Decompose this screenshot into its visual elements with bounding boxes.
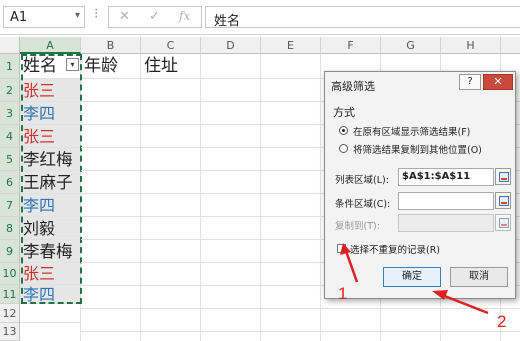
row-header-2[interactable]: 2 bbox=[0, 79, 20, 102]
col-header-g[interactable]: G bbox=[381, 37, 441, 54]
cell-a9[interactable]: 李春梅 bbox=[20, 240, 81, 263]
radio-copy-to-location[interactable] bbox=[339, 144, 348, 153]
cell-d1[interactable] bbox=[201, 54, 261, 79]
list-range-collapse-icon[interactable] bbox=[495, 168, 511, 185]
dialog-title: 高级筛选 bbox=[331, 80, 375, 93]
col-header-c[interactable]: C bbox=[141, 37, 201, 54]
unique-records-label[interactable]: 选择不重复的记录(R) bbox=[350, 242, 440, 256]
name-box[interactable]: A1 ▾ bbox=[3, 6, 85, 28]
cell-a6[interactable]: 王麻子 bbox=[20, 171, 81, 194]
cancel-icon[interactable]: ✕ bbox=[119, 9, 130, 24]
col-header-h[interactable]: H bbox=[441, 37, 501, 54]
criteria-range-label: 条件区域(C): bbox=[335, 199, 391, 210]
row-header-12[interactable]: 12 bbox=[0, 304, 20, 323]
cell-a1-text: 姓名 bbox=[23, 56, 57, 76]
row-header-4[interactable]: 4 bbox=[0, 125, 20, 148]
col-header-i[interactable] bbox=[501, 37, 520, 54]
radio-filter-in-place-label[interactable]: 在原有区域显示筛选结果(F) bbox=[353, 124, 470, 138]
col-header-e[interactable]: E bbox=[261, 37, 321, 54]
formula-bar: A1 ▾ ⁝ ✕ ✓ fx 姓名 bbox=[0, 0, 520, 35]
row-header-6[interactable]: 6 bbox=[0, 171, 20, 194]
annotation-marker-1: 1 bbox=[338, 284, 348, 303]
enter-icon[interactable]: ✓ bbox=[149, 9, 160, 24]
cell-c1[interactable]: 住址 bbox=[141, 54, 201, 79]
cell-a3[interactable]: 李四 bbox=[20, 102, 81, 125]
cell-b1[interactable]: 年龄 bbox=[81, 54, 141, 79]
filter-dropdown-icon[interactable]: ▾ bbox=[66, 58, 79, 71]
select-all-corner[interactable] bbox=[0, 37, 20, 54]
advanced-filter-dialog: 高级筛选 ? ✕ 方式 在原有区域显示筛选结果(F) 将筛选结果复制到其他位置(… bbox=[324, 71, 516, 299]
col-header-b[interactable]: B bbox=[81, 37, 141, 54]
formula-buttons: ✕ ✓ fx bbox=[108, 6, 202, 28]
chevron-down-icon[interactable]: ▾ bbox=[75, 10, 80, 21]
cell-a11[interactable]: 李四 bbox=[20, 285, 81, 304]
copy-to-input bbox=[398, 214, 494, 232]
formula-input[interactable]: 姓名 bbox=[205, 6, 520, 29]
ok-button[interactable]: 确定 bbox=[383, 267, 441, 287]
row-header-9[interactable]: 9 bbox=[0, 240, 20, 263]
formula-content: 姓名 bbox=[214, 14, 241, 29]
more-icon: ⁝ bbox=[94, 6, 99, 22]
close-button[interactable]: ✕ bbox=[483, 74, 513, 90]
unique-records-checkbox[interactable] bbox=[337, 244, 346, 253]
empty-cells-a12-a13[interactable] bbox=[20, 304, 81, 341]
name-box-value: A1 bbox=[10, 10, 28, 25]
copy-to-collapse-icon bbox=[495, 214, 511, 231]
cell-e1[interactable] bbox=[261, 54, 321, 79]
col-header-f[interactable]: F bbox=[321, 37, 381, 54]
row-header-13[interactable]: 13 bbox=[0, 323, 20, 341]
row-header-11[interactable]: 11 bbox=[0, 285, 20, 304]
method-section-label: 方式 bbox=[333, 106, 355, 119]
list-range-input[interactable]: $A$1:$A$11 bbox=[398, 168, 494, 186]
row-header-10[interactable]: 10 bbox=[0, 263, 20, 285]
row-header-8[interactable]: 8 bbox=[0, 217, 20, 240]
cancel-button[interactable]: 取消 bbox=[450, 267, 508, 287]
cell-a5[interactable]: 李红梅 bbox=[20, 148, 81, 171]
annotation-marker-2: 2 bbox=[497, 312, 507, 331]
row-header-5[interactable]: 5 bbox=[0, 148, 20, 171]
insert-function-icon[interactable]: fx bbox=[179, 9, 190, 23]
radio-filter-in-place[interactable] bbox=[339, 126, 348, 135]
radio-copy-to-location-label[interactable]: 将筛选结果复制到其他位置(O) bbox=[353, 142, 482, 156]
row-header-1[interactable]: 1 bbox=[0, 54, 20, 79]
criteria-range-collapse-icon[interactable] bbox=[495, 192, 511, 209]
col-header-d[interactable]: D bbox=[201, 37, 261, 54]
copy-to-label: 复制到(T): bbox=[335, 221, 380, 232]
row-header-7[interactable]: 7 bbox=[0, 194, 20, 217]
cell-a10[interactable]: 张三 bbox=[20, 263, 81, 285]
row-header-3[interactable]: 3 bbox=[0, 102, 20, 125]
col-header-a[interactable]: A bbox=[20, 37, 81, 54]
cell-a4[interactable]: 张三 bbox=[20, 125, 81, 148]
criteria-range-input[interactable] bbox=[398, 192, 494, 210]
cell-a2[interactable]: 张三 bbox=[20, 79, 81, 102]
list-range-label: 列表区域(L): bbox=[335, 175, 389, 186]
cell-a7[interactable]: 李四 bbox=[20, 194, 81, 217]
help-button[interactable]: ? bbox=[459, 74, 481, 90]
cell-a8[interactable]: 刘毅 bbox=[20, 217, 81, 240]
